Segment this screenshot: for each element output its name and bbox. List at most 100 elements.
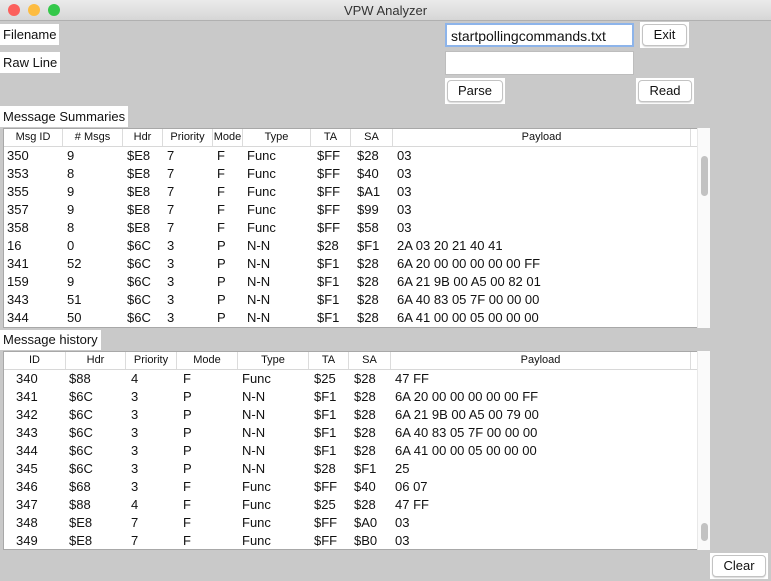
scrollbar-thumb[interactable] (701, 523, 708, 541)
table-cell: 03 (397, 184, 412, 199)
close-window-icon[interactable] (8, 4, 20, 16)
table-cell: $25 (314, 371, 336, 386)
clear-button[interactable]: Clear (712, 555, 766, 577)
table-cell: $28 (314, 461, 336, 476)
table-row[interactable]: 348 $E8 7 F Func $FF $A0 03 (4, 514, 697, 532)
filename-input[interactable]: startpollingcommands.txt (445, 23, 634, 47)
message-summaries-table[interactable]: Msg ID # Msgs Hdr Priority Mode Type TA SA Paylo… (3, 128, 698, 328)
parse-button[interactable]: Parse (447, 80, 503, 102)
table-cell: 6A 21 9B 00 A5 00 79 00 (395, 407, 539, 422)
table-cell: P (183, 461, 192, 476)
table-cell: $6C (69, 461, 93, 476)
zoom-window-icon[interactable] (48, 4, 60, 16)
table-cell: $28 (354, 371, 376, 386)
table-cell: $28 (357, 256, 379, 271)
table-cell: F (183, 497, 191, 512)
table-cell: 6A 21 9B 00 A5 00 82 01 (397, 274, 541, 289)
table-cell: N-N (247, 256, 271, 271)
table-row[interactable]: 346 $68 3 F Func $FF $40 06 07 (4, 478, 697, 496)
column-header[interactable]: Hdr (66, 352, 126, 369)
table-row[interactable]: 340 $88 4 F Func $25 $28 47 FF (4, 370, 697, 388)
table-row[interactable]: 342 $6C 3 P N-N $F1 $28 6A 21 9B 00 A5 00 79 00 (4, 406, 697, 424)
column-header[interactable]: Mode (213, 129, 243, 146)
table-cell: $F1 (317, 292, 340, 307)
table-cell: P (183, 443, 192, 458)
column-header[interactable]: Payload (393, 129, 691, 146)
table-cell: N-N (242, 443, 266, 458)
table-cell: P (217, 292, 226, 307)
column-header[interactable]: # Msgs (63, 129, 123, 146)
column-header[interactable]: Hdr (123, 129, 163, 146)
exit-button[interactable]: Exit (642, 24, 687, 46)
column-header[interactable]: Priority (126, 352, 177, 369)
table-cell: 3 (167, 274, 175, 289)
table-row[interactable]: 344 50 $6C 3 P N-N $F1 $28 6A 41 00 00 05 00 00 … (4, 309, 697, 327)
table-cell: $F1 (354, 461, 377, 476)
table-row[interactable]: 349 $E8 7 F Func $FF $B0 03 (4, 532, 697, 550)
table-cell: Func (247, 220, 276, 235)
history-scrollbar[interactable] (697, 351, 710, 550)
table-row[interactable]: 358 8 $E8 7 F Func $FF $58 03 (4, 219, 697, 237)
column-header[interactable]: TA (311, 129, 351, 146)
table-cell: Func (242, 497, 271, 512)
column-header[interactable]: Type (243, 129, 311, 146)
table-cell: $FF (317, 166, 341, 181)
table-row[interactable]: 341 52 $6C 3 P N-N $F1 $28 6A 20 00 00 00 00 00 … (4, 255, 697, 273)
filename-label: Filename (0, 24, 60, 45)
message-history-table[interactable]: ID Hdr Priority Mode Type TA SA Payload 340 $88 4 F… (3, 351, 698, 550)
table-cell: $FF (317, 220, 341, 235)
table-cell: $25 (314, 497, 336, 512)
minimize-window-icon[interactable] (28, 4, 40, 16)
table-cell: N-N (247, 238, 271, 253)
table-cell: 6A 40 83 05 7F 00 00 00 (395, 425, 538, 440)
table-cell: 358 (7, 220, 29, 235)
table-cell: 342 (16, 407, 38, 422)
column-header[interactable]: Msg ID (4, 129, 63, 146)
table-cell: Func (242, 371, 271, 386)
table-cell: 7 (131, 515, 139, 530)
table-cell: P (217, 274, 226, 289)
table-cell: 7 (131, 533, 139, 548)
raw-line-input[interactable] (445, 51, 634, 75)
table-row[interactable]: 341 $6C 3 P N-N $F1 $28 6A 20 00 00 00 00 00 FF (4, 388, 697, 406)
table-cell: Func (242, 515, 271, 530)
table-cell: 349 (16, 533, 38, 548)
table-cell: 3 (167, 292, 175, 307)
table-cell: 3 (131, 461, 139, 476)
column-header[interactable]: SA (349, 352, 391, 369)
table-cell: 03 (395, 515, 410, 530)
table-row[interactable]: 355 9 $E8 7 F Func $FF $A1 03 (4, 183, 697, 201)
table-cell: 159 (7, 274, 29, 289)
table-cell: $E8 (127, 184, 151, 199)
table-row[interactable]: 350 9 $E8 7 F Func $FF $28 03 (4, 147, 697, 165)
table-cell: 16 (7, 238, 22, 253)
table-row[interactable]: 343 $6C 3 P N-N $F1 $28 6A 40 83 05 7F 00 00 00 (4, 424, 697, 442)
column-header[interactable]: Type (238, 352, 309, 369)
column-header[interactable]: ID (4, 352, 66, 369)
table-cell: F (183, 515, 191, 530)
scrollbar-thumb[interactable] (701, 156, 708, 196)
table-row[interactable]: 16 0 $6C 3 P N-N $28 $F1 2A 03 20 21 40 41 (4, 237, 697, 255)
table-cell: 353 (7, 166, 29, 181)
table-cell: $F1 (314, 443, 337, 458)
table-cell: 7 (167, 220, 175, 235)
column-header[interactable]: Mode (177, 352, 238, 369)
column-header[interactable]: Payload (391, 352, 691, 369)
table-row[interactable]: 357 9 $E8 7 F Func $FF $99 03 (4, 201, 697, 219)
column-header[interactable]: SA (351, 129, 393, 146)
table-cell: 3 (131, 443, 139, 458)
table-row[interactable]: 344 $6C 3 P N-N $F1 $28 6A 41 00 00 05 00 00 00 (4, 442, 697, 460)
table-row[interactable]: 347 $88 4 F Func $25 $28 47 FF (4, 496, 697, 514)
column-header[interactable]: TA (309, 352, 349, 369)
table-cell: $28 (354, 407, 376, 422)
column-header[interactable]: Priority (163, 129, 213, 146)
table-row[interactable]: 353 8 $E8 7 F Func $FF $40 03 (4, 165, 697, 183)
table-row[interactable]: 343 51 $6C 3 P N-N $F1 $28 6A 40 83 05 7F 00 00 … (4, 291, 697, 309)
table-row[interactable]: 159 9 $6C 3 P N-N $F1 $28 6A 21 9B 00 A5 00 82 0… (4, 273, 697, 291)
table-row[interactable]: 345 $6C 3 P N-N $28 $F1 25 (4, 460, 697, 478)
table-cell: $28 (357, 274, 379, 289)
table-cell: $B0 (354, 533, 378, 548)
read-button[interactable]: Read (638, 80, 692, 102)
table-header: ID Hdr Priority Mode Type TA SA Payload (4, 352, 697, 370)
summaries-scrollbar[interactable] (697, 128, 710, 328)
